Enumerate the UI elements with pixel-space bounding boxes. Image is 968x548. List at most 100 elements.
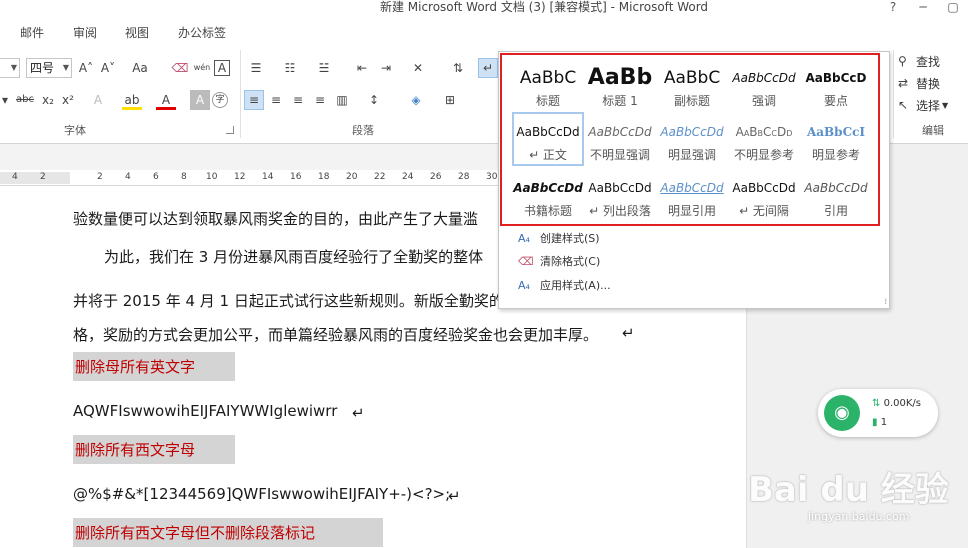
style-name: 副标题	[673, 94, 710, 108]
divider	[893, 50, 894, 138]
style-no-spacing[interactable]: AaBbCcDd ↵ 无间隔	[728, 170, 800, 224]
style-subtitle[interactable]: AaBbC 副标题	[656, 60, 728, 114]
style-name: 不明显强调	[589, 148, 650, 162]
bullets-button[interactable]: ☰	[246, 58, 266, 78]
shading-button[interactable]: ◈	[406, 90, 426, 110]
style-intense-emphasis[interactable]: AaBbCcDd 明显强调	[656, 114, 728, 168]
enclose-characters-button[interactable]: 字	[212, 92, 228, 108]
clear-formatting-menu-item[interactable]: ⌫ 清除格式(C)	[518, 253, 600, 269]
device-count: ▮ 1	[872, 417, 887, 428]
font-dropdown-arrow[interactable]: ▾	[0, 90, 10, 110]
tab-review[interactable]: 审阅	[73, 24, 97, 41]
ribbon-tabs: 邮件 审阅 视图 办公标签	[0, 18, 968, 44]
tab-view[interactable]: 视图	[125, 24, 149, 41]
font-name-field[interactable]: ▼	[0, 58, 20, 78]
style-heading-1[interactable]: AaBb 标题 1	[584, 60, 656, 114]
borders-button[interactable]: ⊞	[440, 90, 460, 110]
baidu-watermark: Bai du 经验	[748, 470, 949, 510]
style-book-title[interactable]: AaBbCcDd 书籍标题	[512, 170, 584, 224]
align-center-button[interactable]: ≡	[266, 90, 286, 110]
strikethrough-button[interactable]: abc	[14, 90, 36, 110]
tab-office-tab[interactable]: 办公标签	[178, 24, 226, 41]
eraser-icon: ⌫	[518, 254, 534, 268]
increase-indent-button[interactable]: ⇥	[376, 58, 396, 78]
resize-grip-icon[interactable]: ⁞	[884, 297, 887, 306]
phone-icon: ▮	[872, 417, 878, 428]
ruler-tick: 24	[402, 172, 414, 182]
multilevel-list-button[interactable]: ☱	[314, 58, 334, 78]
style-sample: AaBbCcDd	[735, 125, 793, 139]
style-name: 书籍标题	[523, 204, 572, 218]
style-emphasis[interactable]: AaBbCcDd 强调	[728, 60, 800, 114]
numbering-button[interactable]: ☷	[280, 58, 300, 78]
horizontal-ruler[interactable]: 4 2 2 4 6 8 10 12 14 16 18 20 22 24 26 2…	[0, 170, 520, 186]
doc-heading: 删除母所有英文字	[73, 352, 235, 381]
restore-button[interactable]: ▢	[938, 0, 968, 16]
style-intense-reference[interactable]: AaBbCcI 明显参考	[800, 114, 872, 168]
style-intense-quote[interactable]: AaBbCcDd 明显引用	[656, 170, 728, 224]
text-effects-button[interactable]: A	[88, 90, 108, 110]
clear-formatting-button[interactable]: ⌫	[170, 58, 190, 78]
sort-button[interactable]: ⇅	[448, 58, 468, 78]
character-shading-button[interactable]: A	[190, 90, 210, 110]
replace-label: 替换	[916, 76, 941, 91]
doc-heading: 删除所有西文字母	[73, 435, 235, 464]
character-border-button[interactable]: A	[214, 60, 230, 76]
ruler-tick: 10	[206, 172, 218, 182]
style-strong[interactable]: AaBbCcD 要点	[800, 60, 872, 114]
ruler-margin	[0, 172, 70, 184]
style-subtle-reference[interactable]: AaBbCcDd 不明显参考	[728, 114, 800, 168]
ruler-tick: 20	[346, 172, 358, 182]
style-sample: AaBbCcDd	[588, 125, 652, 139]
style-name: 明显强调	[667, 148, 716, 162]
ruler-tick: 16	[290, 172, 302, 182]
help-button[interactable]: ?	[878, 0, 908, 16]
replace-button[interactable]: ⇄ 替换	[898, 72, 968, 94]
doc-text: AQWFIswwowihEIJFAIYWWIglewiwrr	[73, 402, 338, 420]
grow-font-button[interactable]: A˄	[76, 58, 96, 78]
font-color-button[interactable]: A	[156, 90, 176, 110]
shrink-font-button[interactable]: A˅	[98, 58, 118, 78]
align-left-button[interactable]: ≡	[244, 90, 264, 110]
style-quote[interactable]: AaBbCcDd 引用	[800, 170, 872, 224]
style-list-paragraph[interactable]: AaBbCcDd ↵ 列出段落	[584, 170, 656, 224]
font-dialog-launcher[interactable]	[226, 126, 234, 134]
justify-button[interactable]: ≡	[310, 90, 330, 110]
find-button[interactable]: ⚲ 查找	[898, 50, 968, 72]
style-normal[interactable]: AaBbCcDd ↵ 正文	[512, 112, 584, 166]
distributed-button[interactable]: ▥	[332, 90, 352, 110]
line-spacing-button[interactable]: ↕	[364, 90, 384, 110]
show-marks-button[interactable]: ↵	[478, 58, 498, 78]
minimize-button[interactable]: ─	[908, 0, 938, 16]
align-right-button[interactable]: ≡	[288, 90, 308, 110]
font-size-field[interactable]: 四号 ▼	[26, 58, 72, 78]
create-style-button[interactable]: A₄ 创建样式(S)	[518, 230, 600, 246]
doc-paragraph-line: 为此，我们在 3 月份进暴风雨百度经验行了全勤奖的整体	[104, 248, 484, 266]
decrease-indent-button[interactable]: ⇤	[352, 58, 372, 78]
style-name: ↵ 无间隔	[739, 204, 789, 218]
ruler-tick: 6	[153, 172, 159, 182]
style-name: 标题	[535, 94, 560, 108]
style-name: ↵ 列出段落	[589, 204, 651, 218]
select-button[interactable]: ↖ 选择 ▼	[898, 94, 968, 116]
network-speed-widget[interactable]: ◉ ⇅ 0.00K/s ▮ 1	[818, 389, 938, 437]
editing-group: ⚲ 查找 ⇄ 替换 ↖ 选择 ▼	[898, 50, 968, 116]
style-title[interactable]: AaBbC 标题	[512, 60, 584, 114]
ruler-tick: 4	[12, 172, 18, 182]
style-subtle-emphasis[interactable]: AaBbCcDd 不明显强调	[584, 114, 656, 168]
ruler-tick: 26	[430, 172, 442, 182]
ruler-tick: 22	[374, 172, 386, 182]
change-case-button[interactable]: Aa	[126, 58, 154, 78]
superscript-button[interactable]: x²	[58, 90, 78, 110]
apply-styles-button[interactable]: A₄ 应用样式(A)...	[518, 277, 611, 293]
clear-formatting-label: 清除格式(C)	[540, 255, 601, 268]
subscript-button[interactable]: x₂	[38, 90, 58, 110]
indent-marker[interactable]	[68, 170, 76, 176]
phonetic-guide-button[interactable]: wén	[192, 58, 212, 78]
highlight-button[interactable]: ab	[122, 90, 142, 110]
chevron-down-icon: ▼	[942, 100, 949, 110]
style-sample: AaBbCcD	[805, 71, 867, 85]
speed-value: 0.00K/s	[883, 398, 921, 409]
chinese-layout-button[interactable]: ✕	[408, 58, 428, 78]
tab-mailings[interactable]: 邮件	[20, 24, 44, 41]
